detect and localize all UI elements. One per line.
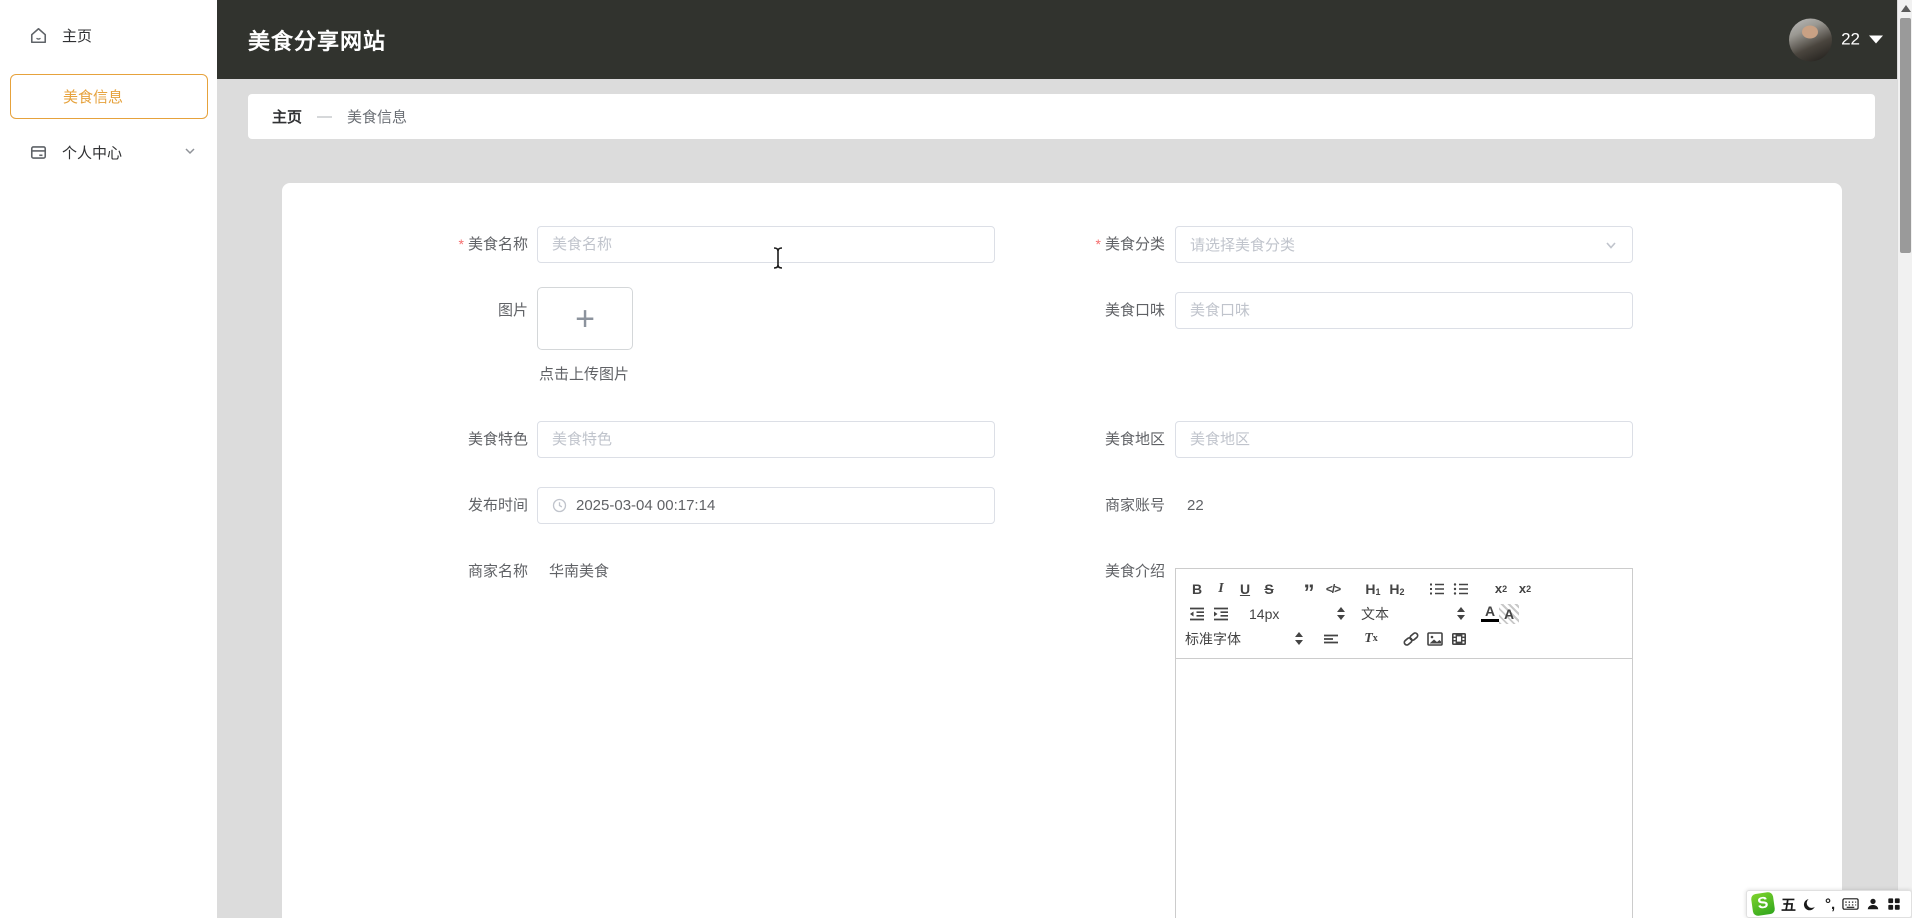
editor-content-area[interactable]	[1176, 659, 1632, 918]
code-block-button[interactable]: </>	[1321, 577, 1345, 601]
bullet-list-button[interactable]	[1449, 577, 1473, 601]
sidebar-item-home[interactable]: 主页	[10, 13, 208, 58]
breadcrumb: 主页 — 美食信息	[248, 94, 1875, 139]
indent-button[interactable]	[1209, 602, 1233, 626]
font-size-value: 14px	[1249, 605, 1280, 622]
clock-icon	[552, 498, 567, 513]
username: 22	[1841, 29, 1860, 49]
bold-button[interactable]: B	[1185, 577, 1209, 601]
blockquote-button[interactable]: ”	[1297, 577, 1321, 604]
page: 主页 美食信息 个人中心 美食分享网站 22 主页 — 美食信息 * 美食名称 …	[0, 0, 1912, 918]
ordered-list-button[interactable]	[1425, 577, 1449, 601]
upload-hint: 点击上传图片	[539, 366, 630, 383]
grid-icon	[29, 87, 49, 107]
outdent-button[interactable]	[1185, 602, 1209, 626]
breadcrumb-home[interactable]: 主页	[272, 106, 302, 127]
breadcrumb-current: 美食信息	[347, 109, 408, 126]
sidebar-item-label: 美食信息	[63, 89, 124, 106]
font-size-picker[interactable]: 14px	[1249, 606, 1345, 622]
food-taste-label: 美食口味	[1104, 302, 1165, 319]
food-category-label: * 美食分类	[1095, 236, 1165, 253]
font-family-value: 标准字体	[1185, 630, 1241, 647]
card-icon	[28, 143, 48, 163]
food-intro-editor: B I U S ” </> H1 H2 x 2 x 2 14px 文本 A A …	[1175, 568, 1633, 918]
sidebar-item-food-info[interactable]: 美食信息	[10, 74, 208, 119]
keyboard-icon[interactable]	[1842, 897, 1859, 911]
food-taste-input[interactable]	[1175, 292, 1633, 329]
required-mark: *	[458, 236, 464, 252]
spinner-icon	[1457, 607, 1465, 620]
text-style-value: 文本	[1361, 605, 1389, 622]
text-style-picker[interactable]: 文本	[1361, 604, 1465, 624]
ime-toolbar: S 五 °,	[1746, 890, 1912, 918]
ime-punct-mode[interactable]: °,	[1825, 896, 1835, 913]
editor-toolbar: B I U S ” </> H1 H2 x 2 x 2 14px 文本 A A …	[1176, 569, 1632, 659]
publish-time-value: 2025-03-04 00:17:14	[576, 497, 716, 514]
food-region-input[interactable]	[1175, 421, 1633, 458]
scrollbar[interactable]	[1897, 0, 1912, 918]
food-intro-label: 美食介绍	[1104, 563, 1165, 580]
spinner-icon	[1337, 607, 1345, 620]
app-title: 美食分享网站	[248, 28, 387, 54]
clean-format-button[interactable]: Tx	[1359, 627, 1383, 651]
caret-down-icon	[1869, 35, 1883, 44]
publish-time-label: 发布时间	[467, 497, 528, 514]
merchant-name-label: 商家名称	[467, 563, 528, 580]
breadcrumb-separator: —	[317, 108, 333, 125]
video-button[interactable]	[1447, 627, 1471, 651]
sidebar-item-label: 个人中心	[62, 145, 123, 162]
merchant-name-value: 华南美食	[549, 563, 610, 580]
plus-icon: +	[575, 299, 595, 338]
header1-button[interactable]: H1	[1361, 577, 1385, 601]
user-icon[interactable]	[1866, 897, 1880, 911]
italic-button[interactable]: I	[1209, 577, 1233, 601]
background-color-button[interactable]: A	[1499, 603, 1519, 624]
header: 美食分享网站 22	[217, 0, 1897, 79]
subscript-button[interactable]: x2	[1489, 577, 1513, 601]
text-color-button[interactable]: A	[1481, 603, 1499, 622]
moon-icon[interactable]	[1803, 897, 1818, 912]
main-content: 主页 — 美食信息 *美食名称 *美食分类 请选择美食分类 图片 +	[217, 79, 1897, 918]
sidebar-item-label: 主页	[62, 28, 93, 45]
user-menu[interactable]: 22	[1789, 18, 1883, 61]
home-icon	[28, 26, 48, 46]
form-card: *美食名称 *美食分类 请选择美食分类 图片 + 点击上传图片 美食口味	[282, 183, 1842, 918]
scrollbar-thumb[interactable]	[1900, 18, 1911, 253]
avatar	[1789, 18, 1833, 61]
link-button[interactable]	[1399, 627, 1423, 651]
spinner-icon	[1295, 632, 1303, 645]
food-name-label: * 美食名称	[458, 236, 528, 253]
food-feature-label: 美食特色	[467, 431, 528, 448]
image-label: 图片	[497, 302, 528, 319]
chevron-down-icon	[184, 144, 196, 161]
food-category-select[interactable]: 请选择美食分类	[1175, 226, 1633, 263]
ime-logo-icon[interactable]: S	[1750, 891, 1776, 917]
strikethrough-button[interactable]: S	[1257, 577, 1281, 601]
font-family-picker[interactable]: 标准字体	[1185, 629, 1303, 649]
required-mark: *	[1095, 236, 1101, 252]
merchant-account-label: 商家账号	[1104, 497, 1165, 514]
sidebar: 主页 美食信息 个人中心	[0, 0, 217, 918]
superscript-button[interactable]: x2	[1513, 577, 1537, 601]
sidebar-item-personal-center[interactable]: 个人中心	[10, 130, 208, 175]
underline-button[interactable]: U	[1233, 577, 1257, 601]
chevron-down-icon	[1606, 241, 1616, 249]
ime-menu-grid-icon[interactable]	[1887, 897, 1901, 911]
image-button[interactable]	[1423, 627, 1447, 651]
image-upload-box[interactable]: +	[537, 287, 633, 350]
select-placeholder: 请选择美食分类	[1190, 237, 1296, 254]
merchant-account-value: 22	[1187, 497, 1204, 514]
align-button[interactable]	[1319, 627, 1343, 651]
header2-button[interactable]: H2	[1385, 577, 1409, 601]
food-region-label: 美食地区	[1104, 431, 1165, 448]
ime-mode-wubi[interactable]: 五	[1781, 894, 1796, 915]
scroll-up-arrow[interactable]	[1901, 5, 1911, 12]
